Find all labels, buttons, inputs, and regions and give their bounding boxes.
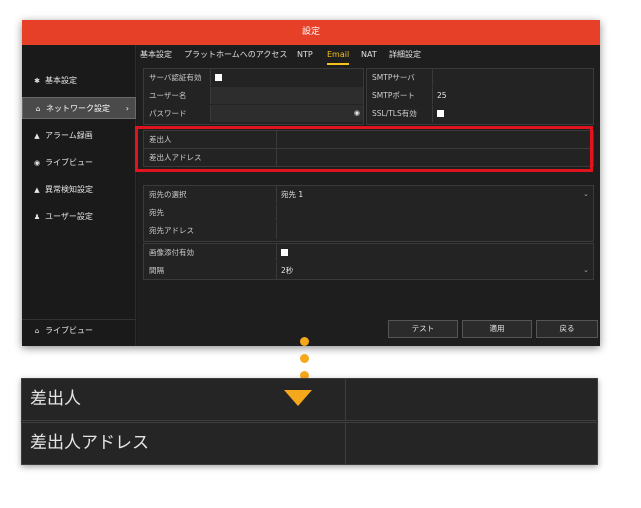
recipient-label: 宛先	[149, 208, 164, 217]
sidebar-footer-liveview[interactable]: ⌂ ライブビュー	[22, 319, 136, 341]
users-icon: ♟	[33, 213, 41, 221]
ssl-checkbox-cell	[432, 105, 593, 122]
back-button[interactable]: 戻る	[536, 320, 598, 338]
sidebar-item-label: ネットワーク設定	[46, 104, 110, 113]
zoom-sender-value	[345, 379, 599, 420]
chevron-right-icon: ›	[125, 104, 129, 113]
sidebar-item-alarm[interactable]: ▲ アラーム録画	[22, 125, 136, 147]
tab-email[interactable]: Email	[327, 45, 350, 65]
sidebar-item-liveview[interactable]: ◉ ライブビュー	[22, 152, 136, 174]
sidebar-item-anomaly[interactable]: ▲ 異常検知設定	[22, 179, 136, 201]
apply-button[interactable]: 適用	[462, 320, 532, 338]
sidebar-item-network[interactable]: ⌂ ネットワーク設定 ›	[22, 97, 136, 119]
zoom-sender-address-value	[345, 423, 599, 464]
auth-group: サーバ認証有効 ユーザー名 パスワード ◉	[143, 68, 364, 125]
auth-checkbox[interactable]	[215, 73, 222, 81]
recipient-select[interactable]: 宛先 1 ⌄	[276, 186, 593, 203]
email-settings-panel: 基本設定 プラットホームへのアクセス NTP Email NAT 詳細設定 サー…	[137, 45, 600, 346]
sidebar: ✱ 基本設定 ⌂ ネットワーク設定 › ▲ アラーム録画 ◉ ライブビュー ▲ 異常検知設…	[22, 45, 136, 346]
tab-advanced[interactable]: 詳細設定	[389, 45, 421, 65]
tab-bar: 基本設定 プラットホームへのアクセス NTP Email NAT 詳細設定	[137, 45, 600, 65]
sidebar-item-label: アラーム録画	[45, 131, 93, 140]
sidebar-item-label: 異常検知設定	[45, 185, 93, 194]
zoom-sender-label: 差出人	[30, 389, 81, 409]
highlight-box	[135, 126, 593, 172]
sidebar-item-label: ユーザー設定	[45, 212, 93, 221]
recipient-address-label: 宛先アドレス	[149, 226, 194, 235]
network-icon: ⌂	[35, 105, 41, 113]
alarm-icon: ▲	[34, 132, 40, 140]
tab-platform-access[interactable]: プラットホームへのアクセス	[184, 45, 287, 65]
attach-label: 画像添付有効	[149, 248, 194, 257]
attach-checkbox[interactable]	[281, 248, 288, 256]
connector-dot	[300, 337, 309, 346]
recipient-select-value: 宛先 1	[281, 190, 304, 199]
test-button[interactable]: テスト	[388, 320, 458, 338]
password-label: パスワード	[149, 109, 187, 118]
smtp-port-input[interactable]: 25	[432, 87, 593, 104]
gear-icon: ✱	[34, 77, 40, 85]
auth-checkbox-cell	[210, 69, 363, 86]
down-arrow-icon	[284, 390, 312, 406]
tab-basic[interactable]: 基本設定	[140, 45, 172, 65]
window-title: 設定	[22, 20, 600, 45]
smtp-port-label: SMTPポート	[372, 91, 415, 100]
username-input[interactable]	[210, 87, 363, 104]
recipient-input[interactable]	[276, 204, 593, 221]
ssl-label: SSL/TLS有効	[372, 109, 417, 118]
password-input[interactable]: ◉	[210, 105, 363, 122]
chevron-down-icon: ⌄	[583, 266, 589, 274]
tab-nat[interactable]: NAT	[361, 45, 377, 65]
sidebar-item-basic[interactable]: ✱ 基本設定	[22, 70, 136, 92]
recipient-group: 宛先の選択 宛先 1 ⌄ 宛先 宛先アドレス	[143, 185, 594, 242]
username-label: ユーザー名	[149, 91, 187, 100]
warning-icon: ▲	[34, 186, 40, 194]
settings-window: 設定 ✱ 基本設定 ⌂ ネットワーク設定 › ▲ アラーム録画 ◉ ライブビュー ▲ 異常…	[22, 20, 600, 346]
tab-ntp[interactable]: NTP	[297, 45, 313, 65]
eye-icon: ◉	[33, 159, 41, 167]
smtp-server-input[interactable]	[432, 69, 593, 86]
attach-group: 画像添付有効 間隔 2秒 ⌄	[143, 243, 594, 280]
interval-select[interactable]: 2秒 ⌄	[276, 262, 593, 279]
recipient-select-label: 宛先の選択	[149, 190, 187, 199]
auth-label: サーバ認証有効	[149, 73, 202, 82]
smtp-group: SMTPサーバ SMTPポート 25 SSL/TLS有効	[366, 68, 594, 125]
zoom-sender-address-label: 差出人アドレス	[30, 433, 149, 453]
sidebar-item-label: 基本設定	[45, 76, 77, 85]
attach-checkbox-cell	[276, 244, 593, 261]
ssl-checkbox[interactable]	[437, 109, 444, 117]
eye-icon[interactable]: ◉	[354, 105, 360, 122]
sidebar-item-label: ライブビュー	[45, 326, 93, 335]
recipient-address-input[interactable]	[276, 222, 593, 239]
home-icon: ⌂	[34, 327, 40, 335]
interval-value: 2秒	[281, 266, 294, 275]
interval-label: 間隔	[149, 266, 164, 275]
sidebar-item-users[interactable]: ♟ ユーザー設定	[22, 206, 136, 228]
smtp-server-label: SMTPサーバ	[372, 73, 415, 82]
sidebar-item-label: ライブビュー	[45, 158, 93, 167]
connector-dot	[300, 354, 309, 363]
chevron-down-icon: ⌄	[583, 190, 589, 198]
zoom-sender-address-row: 差出人アドレス	[21, 422, 598, 465]
